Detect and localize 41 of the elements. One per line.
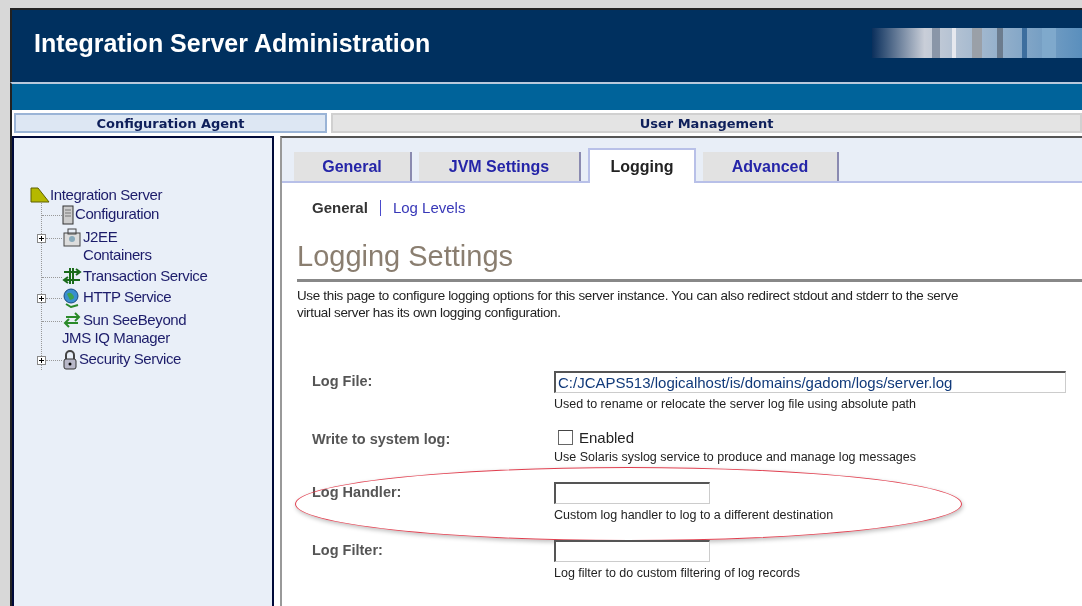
tab[interactable]: Advanced bbox=[703, 152, 839, 181]
field-hint: Custom log handler to log to a different destination bbox=[554, 508, 834, 522]
tree-item[interactable]: Security Service bbox=[62, 350, 272, 368]
text-field[interactable] bbox=[554, 482, 710, 504]
field-hint: Use Solaris syslog service to produce and manage log messages bbox=[554, 450, 916, 464]
sub-link[interactable]: Log Levels bbox=[392, 199, 466, 216]
app-title: Integration Server Administration bbox=[34, 28, 431, 58]
tree-item[interactable]: J2EE Containers bbox=[62, 228, 272, 264]
server-icon bbox=[62, 205, 74, 225]
tree-item[interactable]: Configuration bbox=[62, 205, 272, 223]
arrows-icon bbox=[62, 267, 82, 285]
field-hint: Used to rename or relocate the server log file using absolute path bbox=[554, 397, 917, 411]
field-label: Log Handler: bbox=[312, 483, 403, 502]
globe-icon bbox=[62, 288, 82, 308]
expand-icon[interactable] bbox=[37, 234, 46, 243]
top-tab[interactable]: User Management bbox=[331, 113, 1082, 133]
tree-item[interactable]: Sun SeeBeyond JMS IQ Manager bbox=[62, 311, 272, 347]
field-label: Log File: bbox=[312, 372, 374, 391]
field-hint: Log filter to do custom filtering of log records bbox=[554, 566, 800, 580]
checkbox[interactable] bbox=[558, 430, 573, 445]
tab[interactable]: JVM Settings bbox=[419, 152, 581, 181]
tab[interactable]: Logging bbox=[588, 148, 696, 183]
expand-icon[interactable] bbox=[37, 294, 46, 303]
folder-icon bbox=[30, 187, 50, 203]
text-field[interactable]: C:/JCAPS513/logicalhost/is/domains/gadom/logs/server.log bbox=[554, 371, 1066, 393]
checkbox-label: Enabled bbox=[579, 429, 635, 446]
tab[interactable]: General bbox=[294, 152, 412, 181]
tree-item[interactable]: Transaction Service bbox=[62, 267, 272, 285]
sub-link[interactable]: General bbox=[312, 199, 368, 216]
text-field[interactable] bbox=[554, 540, 710, 562]
lock-icon bbox=[62, 350, 78, 370]
tree-item[interactable]: Integration Server bbox=[50, 186, 163, 203]
expand-icon[interactable] bbox=[37, 356, 46, 365]
tree-item[interactable]: HTTP Service bbox=[62, 288, 272, 306]
page-heading: Logging Settings bbox=[297, 240, 1082, 282]
exchange-icon bbox=[62, 311, 82, 329]
field-label: Log Filter: bbox=[312, 541, 384, 560]
field-label: Write to system log: bbox=[312, 430, 452, 449]
page-description: Use this page to configure logging options for this server instance. You can also redirect stdout and stderr to the serve virtual server has its own logging configuration. bbox=[297, 287, 960, 321]
top-tab[interactable]: Configuration Agent bbox=[14, 113, 327, 133]
container-icon bbox=[62, 228, 82, 248]
